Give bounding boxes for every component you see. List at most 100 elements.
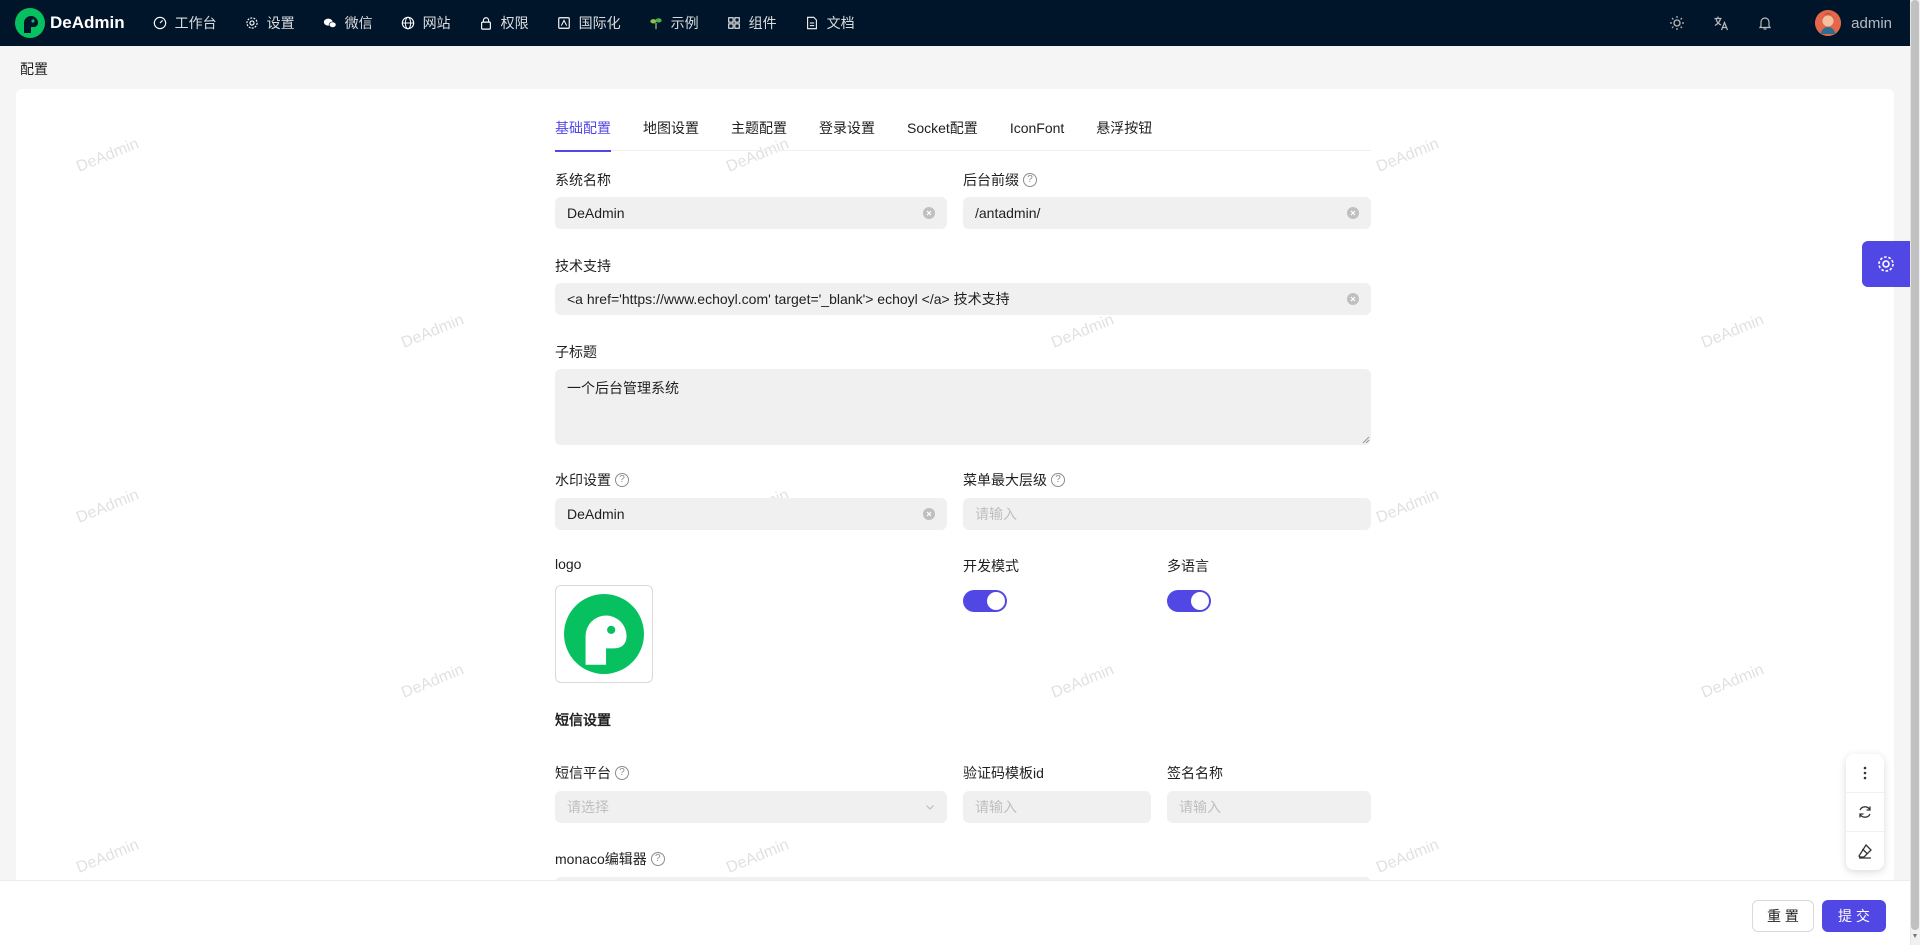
translate-icon[interactable] — [1712, 14, 1730, 32]
globe-icon — [401, 16, 415, 30]
watermark: DeAdmin — [1374, 135, 1442, 176]
nav-item-permission[interactable]: 权限 — [465, 0, 543, 46]
logo-upload[interactable] — [555, 585, 653, 683]
logo-label: logo — [555, 556, 582, 572]
reset-button[interactable]: 重 置 — [1752, 900, 1814, 932]
watermark: DeAdmin — [724, 836, 792, 877]
nav-item-settings[interactable]: 设置 — [231, 0, 309, 46]
nav-item-label: 工作台 — [174, 15, 217, 31]
nav-item-wechat[interactable]: 微信 — [309, 0, 387, 46]
sms-platform-label: 短信平台? — [555, 763, 629, 783]
watermark: DeAdmin — [1374, 486, 1442, 527]
multi-lang-switch[interactable] — [1167, 590, 1211, 612]
translate-doc-icon — [557, 16, 571, 30]
clear-icon[interactable] — [923, 508, 935, 520]
page-scrollbar[interactable]: ▼ — [1910, 0, 1920, 945]
captcha-template-label: 验证码模板id — [963, 765, 1044, 781]
sun-icon[interactable] — [1668, 14, 1686, 32]
gear-icon — [1878, 256, 1894, 272]
tech-support-label: 技术支持 — [555, 258, 611, 274]
sms-platform-select[interactable]: 请选择 — [555, 791, 947, 823]
refresh-icon — [1859, 806, 1871, 818]
lock-icon — [479, 16, 493, 30]
wechat-icon — [323, 16, 337, 30]
refresh-button[interactable] — [1846, 793, 1884, 832]
chevron-down-icon — [926, 805, 934, 810]
question-icon[interactable]: ? — [650, 852, 665, 866]
watermark: DeAdmin — [1699, 311, 1767, 352]
question-icon[interactable]: ? — [615, 473, 629, 487]
captcha-template-input[interactable]: 请输入 — [963, 791, 1151, 823]
subtitle-textarea[interactable]: 一个后台管理系统 — [555, 369, 1371, 445]
top-navbar: DeAdmin 工作台 设置 微信 网站 权限 国际化 示例 组件 文档 adm… — [0, 0, 1910, 46]
more-button[interactable] — [1846, 754, 1884, 793]
watermark: DeAdmin — [74, 836, 142, 877]
nav-item-label: 示例 — [670, 15, 699, 31]
scroll-down-arrow-icon[interactable]: ▼ — [1911, 933, 1919, 945]
switch-knob — [987, 592, 1005, 610]
question-icon[interactable]: ? — [1051, 473, 1065, 487]
nav-item-docs[interactable]: 文档 — [791, 0, 869, 46]
config-card: DeAdmin DeAdmin DeAdmin DeAdmin DeAdmin … — [16, 89, 1894, 945]
nav-item-website[interactable]: 网站 — [387, 0, 465, 46]
watermark: DeAdmin — [399, 311, 467, 352]
nav-item-label: 权限 — [500, 15, 529, 31]
file-icon — [805, 16, 819, 30]
dashboard-icon — [153, 16, 167, 30]
tab-theme[interactable]: 主题配置 — [731, 117, 787, 151]
bell-icon[interactable] — [1756, 14, 1774, 32]
watermark: DeAdmin — [1699, 661, 1767, 702]
tab-socket[interactable]: Socket配置 — [907, 117, 978, 151]
resize-handle-icon[interactable] — [1362, 436, 1370, 444]
admin-prefix-input[interactable]: /antadmin/ — [963, 197, 1371, 229]
watermark-input[interactable]: DeAdmin — [555, 498, 947, 530]
watermark: DeAdmin — [1049, 661, 1117, 702]
clear-cache-button[interactable] — [1846, 832, 1884, 870]
question-icon[interactable]: ? — [615, 766, 629, 780]
system-name-input[interactable]: DeAdmin — [555, 197, 947, 229]
clear-icon[interactable] — [1347, 207, 1359, 219]
nav-item-i18n[interactable]: 国际化 — [543, 0, 635, 46]
sprout-icon — [649, 16, 663, 30]
sign-name-label: 签名名称 — [1167, 765, 1223, 781]
user-menu[interactable]: admin — [1815, 10, 1892, 36]
tab-float-button[interactable]: 悬浮按钮 — [1096, 117, 1152, 151]
logo-image-icon — [564, 594, 644, 674]
nav-item-examples[interactable]: 示例 — [635, 0, 713, 46]
sign-name-input[interactable]: 请输入 — [1167, 791, 1371, 823]
tab-map[interactable]: 地图设置 — [643, 117, 699, 151]
avatar — [1815, 10, 1842, 36]
multi-lang-label: 多语言 — [1167, 558, 1209, 574]
form-footer: 重 置 提 交 — [0, 880, 1910, 945]
nav-item-label: 组件 — [748, 15, 777, 31]
nav-item-workbench[interactable]: 工作台 — [139, 0, 231, 46]
main-menu: 工作台 设置 微信 网站 权限 国际化 示例 组件 文档 — [139, 0, 869, 46]
theme-settings-button[interactable] — [1862, 241, 1910, 287]
nav-item-components[interactable]: 组件 — [713, 0, 791, 46]
tab-iconfont[interactable]: IconFont — [1010, 117, 1064, 151]
eraser-icon — [1858, 843, 1872, 859]
tab-login[interactable]: 登录设置 — [819, 117, 875, 151]
tech-support-input[interactable]: <a href='https://www.echoyl.com' target=… — [555, 283, 1371, 315]
nav-item-label: 国际化 — [578, 15, 621, 31]
clear-icon[interactable] — [1347, 293, 1359, 305]
watermark: DeAdmin — [74, 135, 142, 176]
config-tabs: 基础配置 地图设置 主题配置 登录设置 Socket配置 IconFont 悬浮… — [555, 117, 1371, 152]
watermark: DeAdmin — [1049, 311, 1117, 352]
scrollbar-thumb[interactable] — [1911, 0, 1919, 930]
menu-max-level-input[interactable]: 请输入 — [963, 498, 1371, 530]
system-name-label: 系统名称 — [555, 172, 611, 188]
grid-icon — [727, 16, 741, 30]
menu-max-level-label: 菜单最大层级? — [963, 470, 1065, 490]
sms-section-title: 短信设置 — [555, 712, 611, 728]
brand-logo[interactable]: DeAdmin — [14, 7, 125, 39]
float-button-group — [1846, 754, 1884, 870]
clear-icon[interactable] — [923, 207, 935, 219]
logo-icon — [15, 8, 45, 38]
admin-prefix-label: 后台前缀? — [963, 170, 1037, 190]
question-icon[interactable]: ? — [1023, 173, 1037, 187]
watermark: DeAdmin — [1374, 836, 1442, 877]
tab-basic[interactable]: 基础配置 — [555, 117, 611, 152]
dev-mode-switch[interactable] — [963, 590, 1007, 612]
submit-button[interactable]: 提 交 — [1822, 900, 1886, 932]
